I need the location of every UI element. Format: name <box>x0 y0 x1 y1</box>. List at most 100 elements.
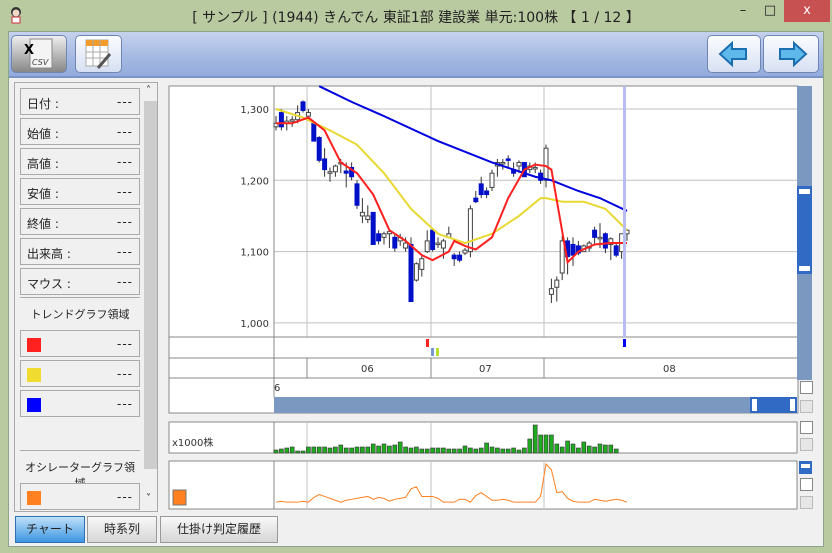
volume-bar <box>522 447 527 454</box>
trend-line-item[interactable]: --- <box>20 330 140 357</box>
candle <box>592 229 598 238</box>
info-field: 日付 : --- <box>20 88 140 115</box>
spreadsheet-edit-icon <box>85 39 112 69</box>
trend-value: --- <box>117 337 133 351</box>
volume-bar <box>370 443 376 454</box>
trend-line-item[interactable]: --- <box>20 390 140 417</box>
option-checkbox[interactable] <box>800 400 813 413</box>
candle <box>516 161 522 167</box>
volume-bar <box>549 434 554 454</box>
info-panel: 日付 : --- 始値 : --- 高値 : --- 安値 : --- 終値 : --- 出来高 :… <box>14 82 158 512</box>
volume-bar <box>613 448 619 454</box>
oscillator-color-swatch <box>172 489 187 506</box>
minimize-button[interactable]: – <box>730 0 756 22</box>
vertical-scrollbar[interactable] <box>797 86 812 380</box>
tab-signal-history[interactable]: 仕掛け判定履歴 <box>160 516 278 543</box>
volume-bar <box>419 448 425 454</box>
volume-bar <box>495 447 500 454</box>
candle <box>505 158 511 161</box>
volume-bar <box>316 446 322 454</box>
candle <box>408 243 414 303</box>
candle <box>289 119 295 122</box>
candle <box>343 170 349 174</box>
oscillator-chart <box>168 460 798 510</box>
volume-bar <box>592 446 597 454</box>
option-checkbox[interactable] <box>800 478 813 491</box>
info-field-label: 高値 : <box>27 157 59 171</box>
maximize-button[interactable]: □ <box>757 0 783 22</box>
info-field: 終値 : --- <box>20 208 140 235</box>
candle <box>300 101 306 111</box>
scroll-up-icon[interactable]: ˄ <box>146 85 151 96</box>
tab-chart[interactable]: チャート <box>15 516 85 543</box>
candle <box>467 208 473 253</box>
volume-bar <box>446 448 452 454</box>
trend-line-item[interactable]: --- <box>20 360 140 387</box>
candle <box>311 122 317 142</box>
option-checkbox[interactable] <box>800 421 813 434</box>
candle <box>305 112 311 117</box>
info-field-label: マウス : <box>27 277 71 291</box>
candle <box>554 279 560 288</box>
price-chart[interactable]: 1,300 1,200 1,100 1,000 06 07 08 6 <box>168 85 800 415</box>
volume-bar <box>597 443 603 454</box>
volume-bar <box>397 441 403 454</box>
volume-bar <box>414 446 419 454</box>
trend-section-title: トレンドグラフ領域 <box>20 297 140 322</box>
close-button[interactable]: x <box>784 0 830 22</box>
signal-marker-sell <box>623 339 626 347</box>
info-field-label: 日付 : <box>27 97 59 111</box>
option-checkbox[interactable] <box>800 381 813 394</box>
volume-bar <box>300 450 306 454</box>
table-edit-button[interactable] <box>75 35 122 73</box>
candle <box>570 243 576 256</box>
candle <box>559 240 565 274</box>
next-button[interactable] <box>763 35 819 73</box>
option-checkbox[interactable] <box>800 438 813 451</box>
info-field: 出来高 : --- <box>20 238 140 265</box>
candle <box>613 245 619 256</box>
volume-bar <box>554 443 560 454</box>
option-checkbox[interactable] <box>800 496 813 509</box>
scrollbar-thumb[interactable] <box>144 101 157 469</box>
info-field-value: --- <box>117 125 133 139</box>
info-panel-scrollbar[interactable]: ˄ ˅ <box>143 83 158 511</box>
info-field-value: --- <box>117 95 133 109</box>
volume-bar <box>441 447 446 454</box>
tab-timeseries[interactable]: 時系列 <box>87 516 157 543</box>
month-label: 06 <box>361 364 374 375</box>
y-tick-label: 1,300 <box>240 105 269 116</box>
candle <box>489 172 495 188</box>
month-label: 07 <box>479 364 492 375</box>
candle <box>370 211 376 245</box>
csv-export-button[interactable]: X CSV <box>11 35 67 73</box>
volume-bar <box>468 447 473 454</box>
vertical-scrollbar-thumb[interactable] <box>797 186 812 274</box>
volume-bar <box>478 447 484 454</box>
year-label: 6 <box>274 383 280 394</box>
horizontal-scrollbar-thumb[interactable] <box>750 397 797 413</box>
scroll-down-icon[interactable]: ˅ <box>146 493 151 504</box>
volume-bar <box>284 447 290 454</box>
volume-bar <box>462 445 468 454</box>
svg-text:CSV: CSV <box>32 58 49 67</box>
candle <box>332 165 338 173</box>
candle <box>322 158 328 171</box>
volume-bar <box>559 446 565 454</box>
prev-button[interactable] <box>707 35 761 73</box>
candle <box>392 236 398 249</box>
info-field-value: --- <box>117 275 133 289</box>
volume-bar <box>322 446 327 454</box>
volume-bar <box>586 445 592 454</box>
option-checkbox-selected[interactable] <box>799 461 812 474</box>
candle <box>413 263 419 281</box>
oscillator-item[interactable]: --- <box>20 483 140 510</box>
volume-bar <box>354 446 360 454</box>
horizontal-scrollbar[interactable] <box>274 397 797 413</box>
candle <box>354 183 360 206</box>
volume-bar <box>408 447 414 454</box>
volume-bar <box>473 448 479 454</box>
candle <box>430 229 436 250</box>
volume-bar <box>532 424 538 454</box>
candle <box>457 254 463 261</box>
